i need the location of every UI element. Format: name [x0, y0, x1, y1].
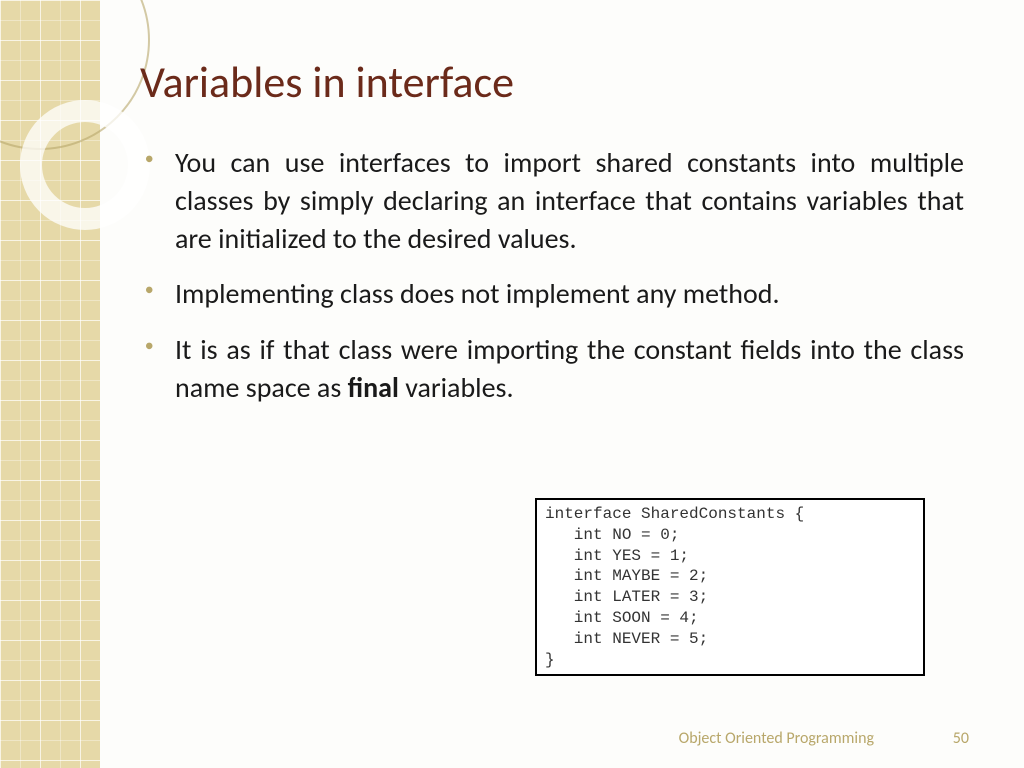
code-snippet: interface SharedConstants { int NO = 0; …: [535, 498, 925, 676]
bullet-item: You can use interfaces to import shared …: [140, 144, 964, 257]
bullet-list: You can use interfaces to import shared …: [140, 144, 964, 407]
footer-label: Object Oriented Programming: [679, 729, 874, 748]
slide-title: Variables in interface: [140, 55, 964, 109]
decor-circle-small: [20, 100, 150, 230]
page-number: 50: [953, 729, 969, 748]
bullet-text: It is as if that class were importing th…: [175, 332, 964, 405]
slide-content: Variables in interface You can use inter…: [140, 55, 964, 425]
bullet-tail: variables.: [399, 370, 514, 405]
bullet-item: Implementing class does not implement an…: [140, 275, 964, 313]
bullet-item: It is as if that class were importing th…: [140, 331, 964, 407]
bold-text: final: [348, 370, 399, 405]
